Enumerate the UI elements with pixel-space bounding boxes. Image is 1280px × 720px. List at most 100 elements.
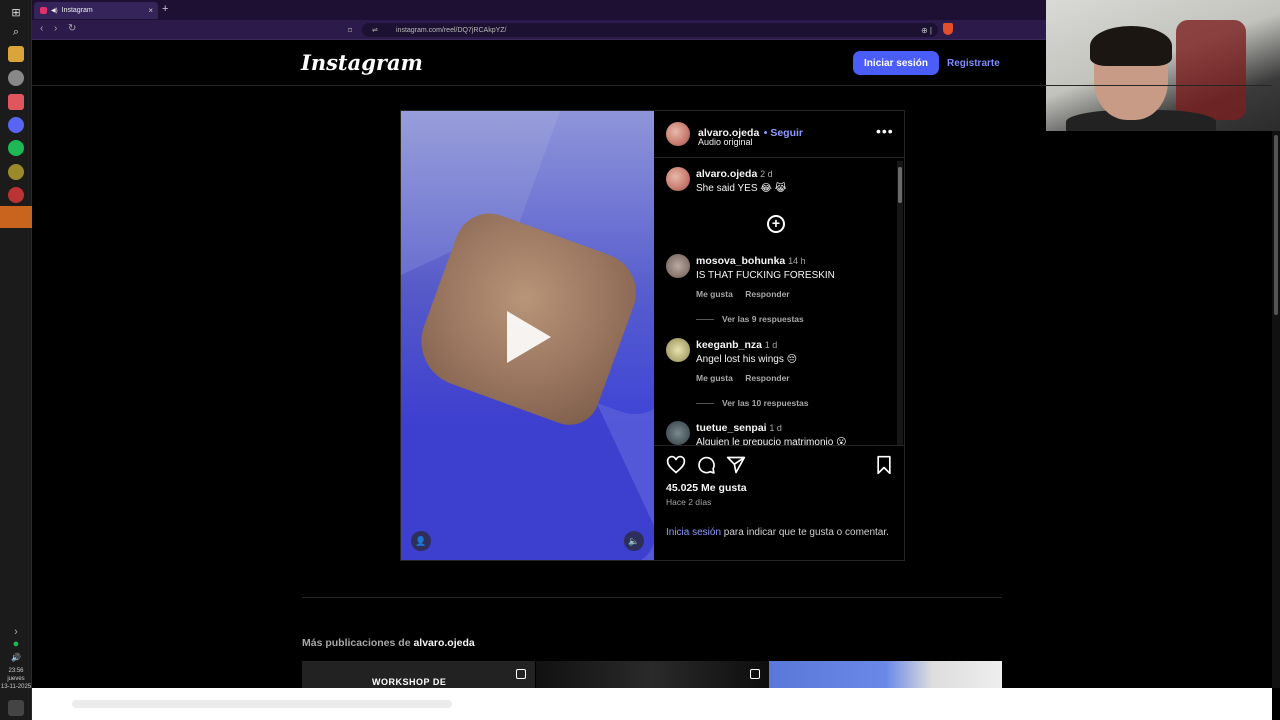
- comment-actions: Me gusta Responder: [696, 289, 800, 299]
- view-replies-button[interactable]: Ver las 9 respuestas: [696, 314, 804, 324]
- reel-post: 👤 🔈 alvaro.ojeda • Seguir Audio original…: [400, 110, 905, 561]
- comment-text: Alguien le prepucio matrimonio 😮: [696, 437, 847, 446]
- comment-icon[interactable]: [696, 455, 716, 475]
- comments-scrollbar-thumb[interactable]: [898, 167, 902, 203]
- instagram-favicon-icon: [40, 7, 47, 14]
- post-sidebar: alvaro.ojeda • Seguir Audio original •••…: [654, 111, 904, 560]
- brave-browser-icon[interactable]: [8, 94, 24, 110]
- taskbar-active-app[interactable]: [0, 206, 32, 228]
- scrollbar-thumb[interactable]: [1274, 135, 1278, 315]
- clock-time[interactable]: 23:56: [0, 667, 32, 675]
- browser-toolbar: ‹ › ↻ ⌑ ⇌ instagram.com/reel/DQ7jRCAkpYZ…: [32, 20, 1046, 40]
- app-icon-2[interactable]: [8, 164, 24, 180]
- volume-icon[interactable]: 🔈: [624, 531, 644, 551]
- commenter-avatar[interactable]: [666, 338, 690, 362]
- author-avatar[interactable]: [666, 122, 690, 146]
- thumbnail-text: WORKSHOP DE: [372, 677, 447, 687]
- reply-button[interactable]: Responder: [745, 373, 789, 383]
- volume-icon[interactable]: 🔊: [8, 649, 24, 665]
- site-info-icon[interactable]: ⇌: [372, 26, 378, 34]
- windows-start-icon[interactable]: ⊞: [8, 4, 24, 20]
- reload-icon[interactable]: ↻: [68, 23, 76, 34]
- brave-shields-icon[interactable]: [943, 23, 953, 35]
- browser-tab-strip: ◀) Instagram × +: [32, 0, 1046, 20]
- address-bar[interactable]: ⌑ ⇌ instagram.com/reel/DQ7jRCAkpYZ/ ⊕ |: [348, 23, 938, 37]
- back-icon[interactable]: ‹: [40, 23, 43, 34]
- zoom-icon[interactable]: ⊕ |: [921, 26, 932, 35]
- section-divider: [302, 597, 1002, 598]
- more-options-icon[interactable]: •••: [876, 123, 894, 139]
- windows-taskbar: ⊞ ⌕ › ● 🔊 23:56 jueves 13-11-2025: [0, 0, 32, 720]
- post-thumbnail[interactable]: [769, 661, 1002, 688]
- like-comment-button[interactable]: Me gusta: [696, 373, 733, 383]
- banner-placeholder: [72, 700, 452, 708]
- more-posts-heading: Más publicaciones de alvaro.ojeda: [302, 637, 475, 649]
- caption-text: She said YES 😂 😹: [696, 183, 787, 194]
- author-avatar[interactable]: [666, 167, 690, 191]
- audio-label[interactable]: Audio original: [698, 137, 753, 147]
- reply-button[interactable]: Responder: [745, 289, 789, 299]
- instagram-header: Instagram Iniciar sesión Registrarte: [32, 40, 1272, 86]
- bookmark-icon[interactable]: [874, 455, 894, 475]
- comments-list[interactable]: alvaro.ojeda 2 d She said YES 😂 😹 + moso…: [654, 159, 904, 446]
- login-link[interactable]: Inicia sesión: [666, 527, 721, 538]
- login-prompt-text: para indicar que te gusta o comentar.: [721, 527, 889, 538]
- commenter-avatar[interactable]: [666, 421, 690, 445]
- add-icon[interactable]: +: [767, 215, 785, 233]
- comment-username[interactable]: tuetue_senpai: [696, 422, 767, 434]
- like-comment-button[interactable]: Me gusta: [696, 289, 733, 299]
- view-replies-label[interactable]: Ver las 9 respuestas: [722, 314, 804, 324]
- instagram-logo[interactable]: Instagram: [301, 50, 423, 75]
- carousel-icon: [516, 669, 526, 679]
- clock-date: 13-11-2025: [0, 684, 32, 690]
- user-tag-icon[interactable]: 👤: [411, 531, 431, 551]
- carousel-icon: [750, 669, 760, 679]
- caption-age: 2 d: [760, 169, 773, 179]
- play-icon[interactable]: [507, 311, 551, 363]
- tab-instagram[interactable]: ◀) Instagram ×: [34, 2, 158, 19]
- file-explorer-icon[interactable]: [8, 46, 24, 62]
- caption-username[interactable]: alvaro.ojeda: [696, 168, 757, 180]
- comment-username[interactable]: keeganb_nza: [696, 339, 762, 351]
- reel-video[interactable]: 👤 🔈: [401, 111, 654, 560]
- app-icon-3[interactable]: [8, 187, 24, 203]
- comment-username[interactable]: mosova_bohunka: [696, 255, 785, 267]
- post-thumbnail[interactable]: [536, 661, 769, 688]
- comment-age: 1 d: [769, 423, 782, 433]
- follow-button[interactable]: • Seguir: [764, 127, 803, 139]
- forward-icon[interactable]: ›: [54, 23, 57, 34]
- bookmark-icon[interactable]: ⌑: [348, 26, 352, 35]
- more-posts-user[interactable]: alvaro.ojeda: [413, 637, 474, 649]
- tab-title: Instagram: [61, 7, 93, 14]
- login-button[interactable]: Iniciar sesión: [853, 51, 939, 75]
- signup-link[interactable]: Registrarte: [947, 51, 1000, 75]
- share-icon[interactable]: [726, 455, 746, 475]
- comment-actions: Me gusta Responder: [696, 373, 800, 383]
- commenter-avatar[interactable]: [666, 254, 690, 278]
- comments-scrollbar[interactable]: [897, 161, 903, 445]
- page-scrollbar[interactable]: [1272, 131, 1280, 688]
- app-icon[interactable]: [8, 70, 24, 86]
- discord-icon[interactable]: [8, 117, 24, 133]
- post-header: alvaro.ojeda • Seguir Audio original •••: [654, 111, 904, 158]
- search-icon[interactable]: ⌕: [8, 24, 24, 40]
- view-replies-button[interactable]: Ver las 10 respuestas: [696, 398, 808, 408]
- likes-count[interactable]: 45.025 Me gusta: [666, 482, 747, 494]
- heart-icon[interactable]: [666, 455, 686, 475]
- more-posts-prefix: Más publicaciones de: [302, 637, 414, 649]
- login-prompt: Inicia sesión para indicar que te gusta …: [666, 526, 891, 540]
- audio-icon[interactable]: ◀): [51, 7, 58, 14]
- notifications-icon[interactable]: [8, 700, 24, 716]
- post-thumbnail[interactable]: WORKSHOP DE: [302, 661, 535, 688]
- view-replies-label[interactable]: Ver las 10 respuestas: [722, 398, 808, 408]
- new-tab-button[interactable]: +: [162, 3, 168, 15]
- replies-line: [696, 402, 714, 404]
- spotify-icon[interactable]: [8, 140, 24, 156]
- url-text[interactable]: instagram.com/reel/DQ7jRCAkpYZ/: [396, 27, 506, 34]
- login-banner: [32, 688, 1272, 720]
- comment-age: 1 d: [764, 340, 778, 350]
- post-date: Hace 2 días: [666, 497, 712, 507]
- comment-text: Angel lost his wings 😔: [696, 354, 798, 365]
- post-actions: [666, 455, 896, 477]
- close-tab-icon[interactable]: ×: [148, 6, 153, 15]
